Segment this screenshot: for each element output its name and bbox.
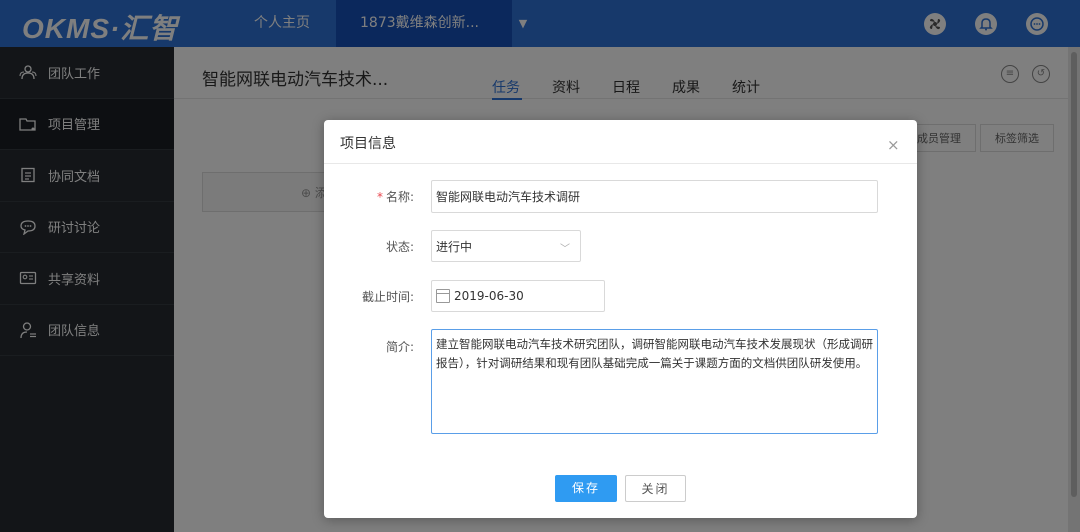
- name-label: * 名称:: [376, 190, 414, 204]
- name-field[interactable]: 智能网联电动汽车技术调研: [431, 180, 878, 213]
- deadline-value: 2019-06-30: [454, 289, 524, 303]
- project-info-dialog: 项目信息 × * 名称: 智能网联电动汽车技术调研 状态: 进行中 ﹀ 截止时间:…: [324, 120, 917, 518]
- intro-label: 简介:: [385, 340, 414, 354]
- close-button[interactable]: 关闭: [625, 475, 686, 502]
- save-button[interactable]: 保存: [555, 475, 617, 502]
- chevron-down-icon: ﹀: [560, 244, 570, 255]
- calendar-icon: [436, 289, 450, 303]
- divider: [324, 163, 917, 164]
- deadline-date-picker[interactable]: 2019-06-30: [431, 280, 605, 312]
- close-icon[interactable]: ×: [887, 136, 900, 154]
- status-label: 状态:: [385, 240, 414, 254]
- status-value: 进行中: [436, 239, 473, 254]
- status-select[interactable]: 进行中 ﹀: [431, 230, 581, 262]
- required-mark: *: [376, 190, 383, 204]
- dialog-title: 项目信息: [340, 136, 396, 152]
- intro-textarea[interactable]: 建立智能网联电动汽车技术研究团队，调研智能网联电动汽车技术发展现状（形成调研报告…: [431, 329, 878, 434]
- deadline-label: 截止时间:: [361, 290, 414, 304]
